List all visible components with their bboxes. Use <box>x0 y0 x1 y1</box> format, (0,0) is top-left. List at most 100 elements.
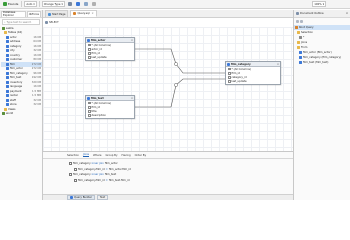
join-checkbox[interactable] <box>69 173 72 177</box>
database-explorer-panel: Database Explorer dbForce ⌕ Type text to… <box>0 10 42 200</box>
toolbar-button[interactable] <box>75 1 81 7</box>
join-left[interactable]: film_category.film_id <box>78 168 105 171</box>
query-clauses-panel: Selection Joins Where Group By Having Order B… <box>43 151 293 200</box>
column-checkbox[interactable] <box>88 114 91 117</box>
column-checkbox[interactable] <box>228 76 231 79</box>
join-marker <box>174 83 178 87</box>
table-icon <box>6 44 9 48</box>
column-checkbox[interactable] <box>88 56 91 59</box>
column-checkbox[interactable] <box>88 48 91 51</box>
column-checkbox[interactable] <box>228 80 231 83</box>
join-checkbox[interactable] <box>74 178 77 182</box>
close-icon[interactable]: × <box>92 12 94 15</box>
tab-text[interactable]: Text <box>96 195 109 200</box>
join-right[interactable]: film_text.film_id <box>109 179 130 182</box>
column-checkbox[interactable] <box>88 43 91 47</box>
column-name: film_id <box>91 105 101 109</box>
join-operator[interactable]: inner join <box>92 173 104 176</box>
outline-icon <box>296 12 299 15</box>
tab-having[interactable]: Having <box>122 154 131 157</box>
tab-label: Database Explorer <box>3 11 16 17</box>
join-right[interactable]: film_actor <box>105 162 118 165</box>
query-diagram-canvas[interactable]: film_actor × * (All Columns) actor_id fi… <box>43 27 293 151</box>
column-checkbox[interactable] <box>88 52 91 55</box>
folder-icon <box>297 31 300 34</box>
join-row[interactable]: film_category.film_id = film_text.film_id <box>69 178 293 184</box>
tree-item-label: film_actor <box>10 67 23 71</box>
tree-item-label: Views <box>8 107 16 111</box>
tree-item-size: 32 KB <box>33 49 41 53</box>
table-icon <box>6 103 9 107</box>
main-toolbar: Execute Auto ▾ Change Type ▾ 100% ▾ <box>0 0 350 9</box>
join-operator[interactable]: = <box>106 179 108 182</box>
column-checkbox[interactable] <box>228 67 231 71</box>
collapse-icon[interactable] <box>300 19 303 23</box>
join-left[interactable]: film_category <box>73 173 91 176</box>
column-row[interactable]: last_update <box>226 80 280 84</box>
tab-joins[interactable]: Joins <box>82 153 90 157</box>
table-icon <box>6 62 9 66</box>
document-tabs: Start Page Query.sql × <box>43 10 293 18</box>
toolbar-button[interactable] <box>83 1 89 7</box>
auto-select[interactable]: Auto ▾ <box>24 1 37 7</box>
tab-where[interactable]: Where <box>93 154 101 157</box>
folder-icon <box>297 41 300 44</box>
column-checkbox[interactable] <box>88 101 91 105</box>
tab-start-page[interactable]: Start Page <box>45 10 69 17</box>
tree-item-label: city <box>10 49 15 53</box>
close-icon[interactable]: × <box>131 39 133 42</box>
tab-group-by[interactable]: Group By <box>105 154 117 157</box>
query-type-label[interactable]: SELECT <box>49 21 59 24</box>
column-row[interactable]: description <box>86 114 134 118</box>
join-right[interactable]: film_text <box>105 173 116 176</box>
execute-label: Execute <box>8 2 19 6</box>
tab-dbforce[interactable]: dbForce <box>26 10 41 17</box>
join-left[interactable]: film_category.film_id <box>78 179 105 182</box>
tree-item-size: 32 KB <box>33 103 41 107</box>
join-checkbox[interactable] <box>74 167 77 171</box>
table-icon <box>6 49 9 53</box>
table-film-text[interactable]: film_text × * (All Columns) film_id titl… <box>85 95 135 119</box>
change-type-select[interactable]: Change Type ▾ <box>41 1 65 7</box>
table-film-actor[interactable]: film_actor × * (All Columns) actor_id fi… <box>85 37 135 61</box>
tab-database-explorer[interactable]: Database Explorer <box>1 10 26 17</box>
column-checkbox[interactable] <box>88 106 91 109</box>
column-row[interactable]: last_update <box>86 56 134 60</box>
tree-item-label: language <box>10 85 23 89</box>
expand-icon[interactable] <box>296 19 299 23</box>
explorer-search-input[interactable]: ⌕ Type text to search <box>2 19 40 25</box>
toolbar-button[interactable] <box>67 1 73 7</box>
tree-item-size: 64 KB <box>33 40 41 44</box>
execute-button[interactable]: Execute <box>2 1 19 7</box>
select-icon <box>45 21 48 24</box>
tree-item-size: 16 KB <box>33 53 41 57</box>
join-right[interactable]: film_actor.film_id <box>109 168 131 171</box>
column-name: title <box>91 109 97 113</box>
toolbar-button[interactable] <box>91 1 97 7</box>
close-icon[interactable]: × <box>277 63 279 66</box>
join-checkbox[interactable] <box>69 162 72 166</box>
join-left[interactable]: film_category <box>73 162 91 165</box>
zoom-select[interactable]: 100% ▾ <box>312 1 326 7</box>
toolbar-divider <box>38 1 40 7</box>
tree-item-label: store <box>10 103 17 107</box>
join-operator[interactable]: inner join <box>92 162 104 165</box>
column-checkbox[interactable] <box>228 72 231 75</box>
tab-query-builder[interactable]: Query Builder <box>67 195 95 200</box>
tree-item[interactable]: world <box>1 112 42 117</box>
table-film-category[interactable]: film_category × * (All Columns) film_id … <box>225 61 281 85</box>
tab-query-sql[interactable]: Query.sql × <box>70 10 97 17</box>
close-icon[interactable]: × <box>346 12 348 15</box>
tree-item-label: film <box>10 62 15 66</box>
folder-icon <box>4 107 7 111</box>
table-icon <box>227 62 230 66</box>
join-operator[interactable]: = <box>106 168 108 171</box>
outline-item[interactable]: film_text (film_text) <box>294 60 350 65</box>
tab-selection[interactable]: Selection <box>67 154 79 157</box>
tab-order-by[interactable]: Order By <box>135 154 147 157</box>
column-checkbox[interactable] <box>88 110 91 113</box>
tree-item-size: 272 KB <box>31 67 41 71</box>
table-icon <box>6 85 9 89</box>
close-icon[interactable]: × <box>131 97 133 100</box>
column-name: * (All Columns) <box>91 101 111 105</box>
